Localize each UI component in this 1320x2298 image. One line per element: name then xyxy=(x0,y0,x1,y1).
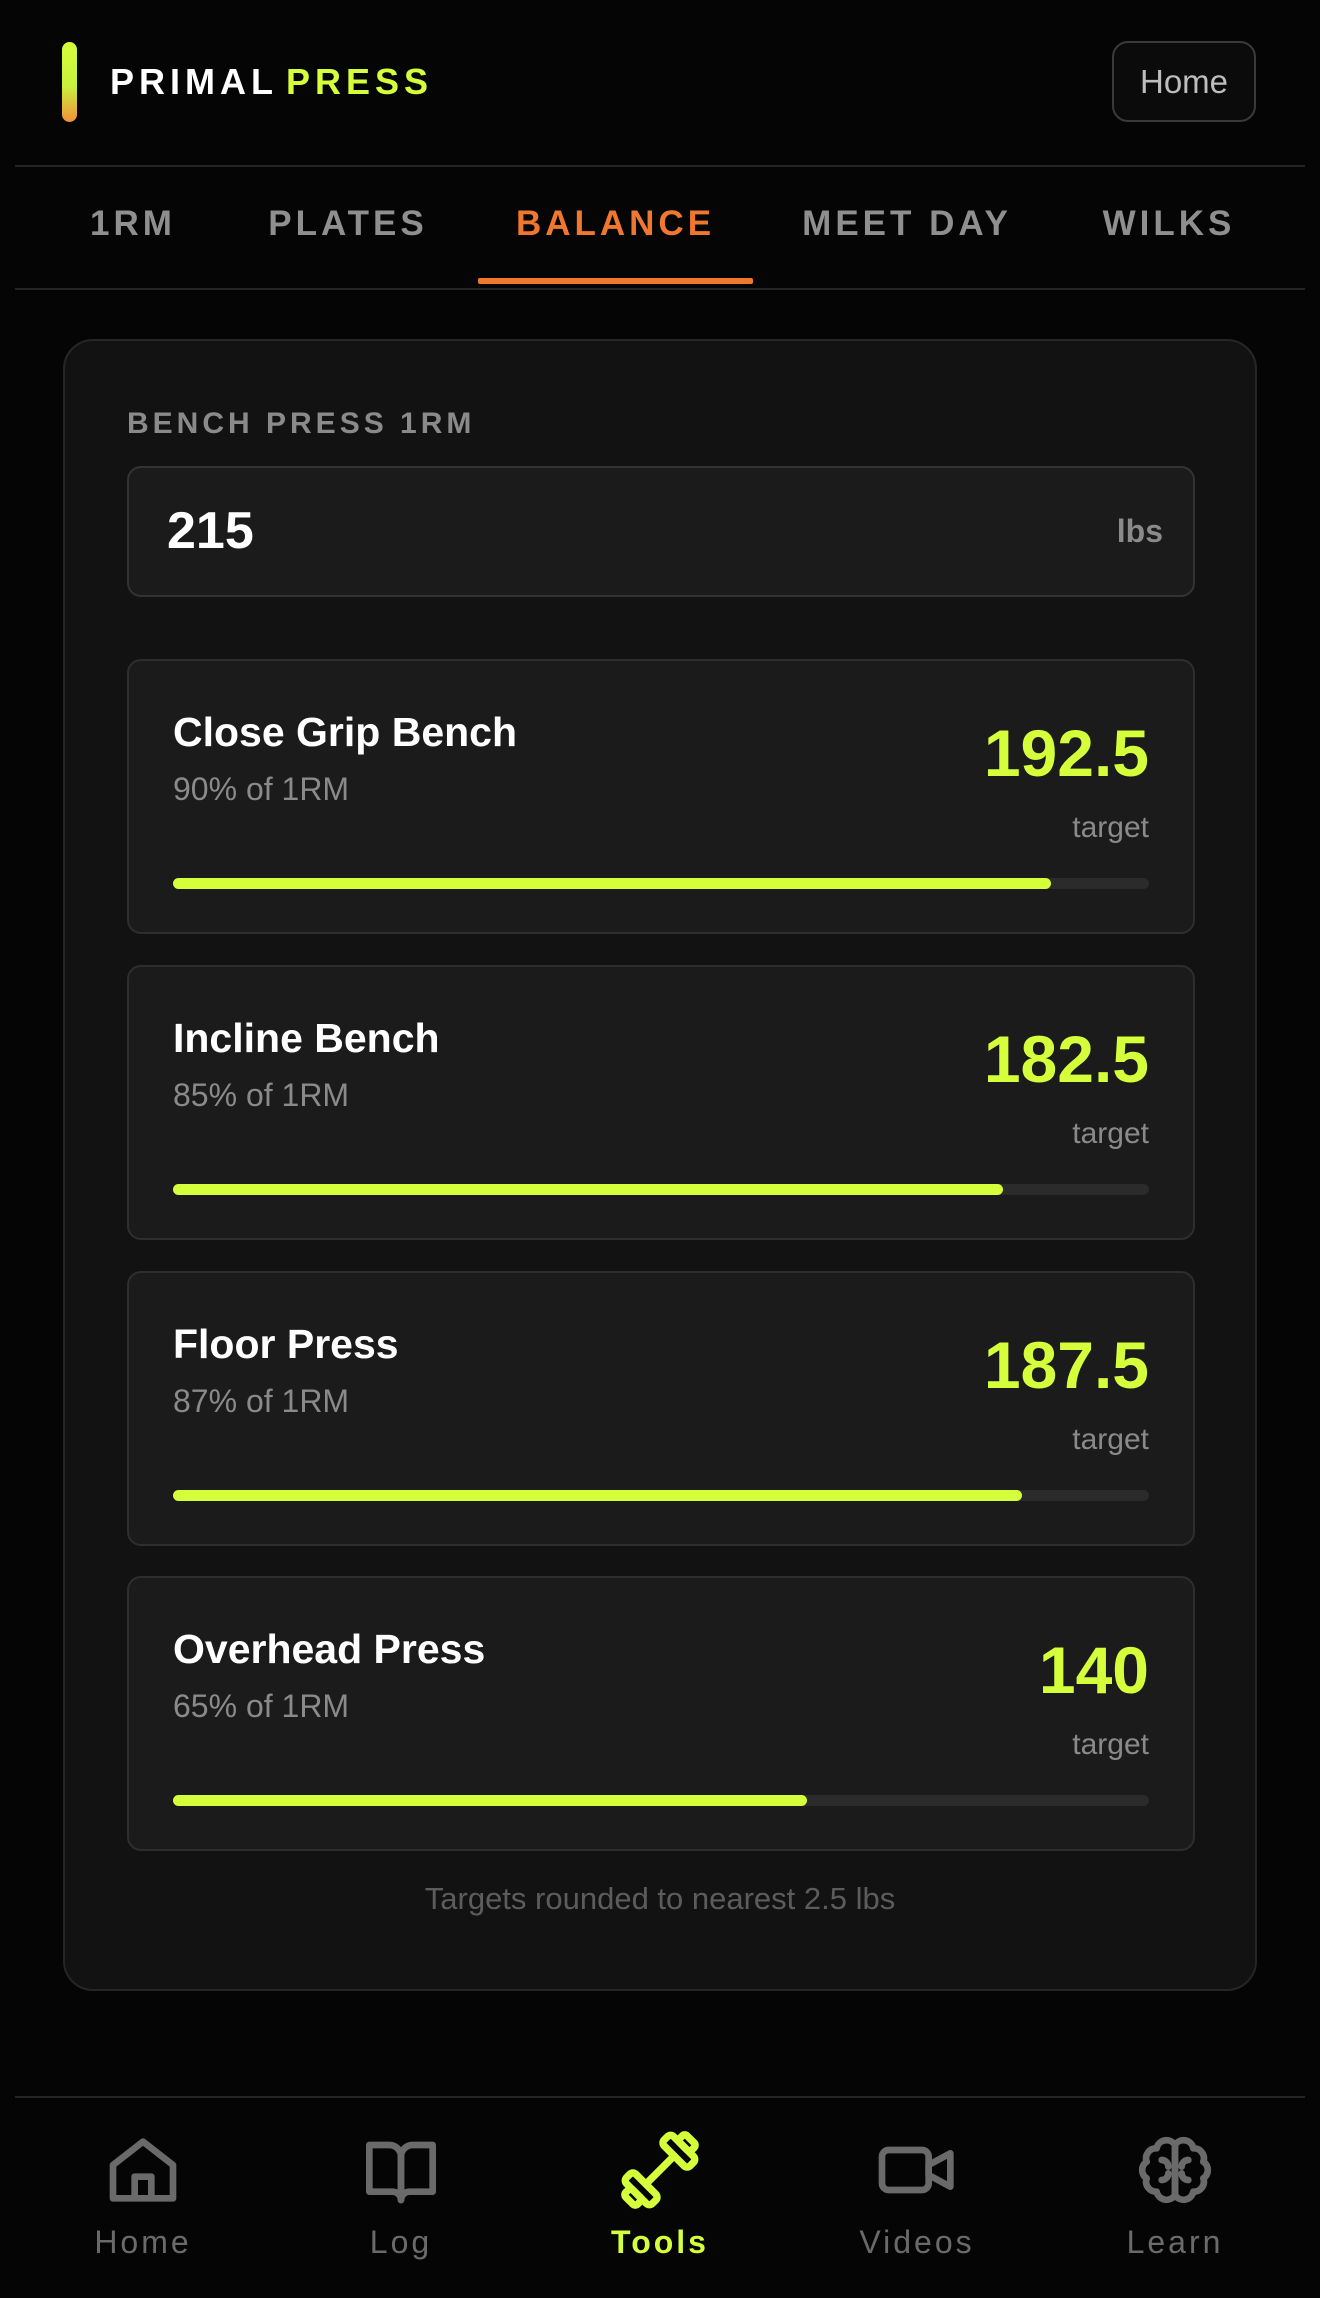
progress-fill xyxy=(173,1795,808,1806)
tabs-divider xyxy=(15,288,1305,290)
lift-target-caption: target xyxy=(1072,1117,1149,1150)
tab-meet-day[interactable]: MEET DAY xyxy=(796,168,1018,288)
lift-name: Overhead Press xyxy=(173,1626,486,1672)
nav-label-learn: Learn xyxy=(1126,2224,1224,2260)
lift-target-caption: target xyxy=(1072,1423,1149,1456)
lift-target-value: 140 xyxy=(1038,1633,1149,1707)
lift-card-overhead-press: Overhead Press 65% of 1RM 140 target xyxy=(127,1576,1195,1851)
progress-track xyxy=(173,1795,1149,1806)
lift-target-value: 187.5 xyxy=(983,1328,1149,1402)
lift-card-incline-bench: Incline Bench 85% of 1RM 182.5 target xyxy=(127,965,1195,1240)
lift-name: Floor Press xyxy=(173,1321,399,1367)
nav-home[interactable]: Home xyxy=(23,2098,263,2298)
tab-wilks[interactable]: WILKS xyxy=(1098,168,1240,288)
lift-percent: 90% of 1RM xyxy=(173,771,350,807)
home-button[interactable]: Home xyxy=(1112,41,1256,122)
progress-track xyxy=(173,1184,1149,1195)
lift-target-caption: target xyxy=(1072,811,1149,844)
progress-fill xyxy=(173,1490,1023,1501)
lift-card-floor-press: Floor Press 87% of 1RM 187.5 target xyxy=(127,1271,1195,1546)
tool-tabs: 1RM PLATES BALANCE MEET DAY WILKS xyxy=(0,168,1320,288)
lift-target-value: 192.5 xyxy=(983,716,1149,790)
lift-card-close-grip-bench: Close Grip Bench 90% of 1RM 192.5 target xyxy=(127,659,1195,934)
bench-1rm-input[interactable]: 215 lbs xyxy=(127,466,1195,597)
progress-track xyxy=(173,878,1149,889)
nav-label-tools: Tools xyxy=(611,2224,709,2260)
lift-percent: 85% of 1RM xyxy=(173,1077,350,1113)
nav-tools[interactable]: Tools xyxy=(540,2098,780,2298)
brand-accent-bar xyxy=(62,42,77,122)
bench-1rm-label: BENCH PRESS 1RM xyxy=(127,407,476,440)
tab-1rm[interactable]: 1RM xyxy=(68,168,198,288)
progress-fill xyxy=(173,878,1052,889)
header-divider xyxy=(15,165,1305,167)
home-icon xyxy=(109,2138,177,2202)
nav-label-videos: Videos xyxy=(859,2224,975,2260)
nav-learn[interactable]: Learn xyxy=(1055,2098,1295,2298)
balance-card: BENCH PRESS 1RM 215 lbs Close Grip Bench… xyxy=(63,339,1257,1991)
progress-fill xyxy=(173,1184,1003,1195)
lift-percent: 87% of 1RM xyxy=(173,1383,350,1419)
dumbbell-icon xyxy=(621,2131,699,2209)
brand-word-primal: PRIMAL xyxy=(110,61,278,102)
nav-videos[interactable]: Videos xyxy=(797,2098,1037,2298)
rounding-footnote: Targets rounded to nearest 2.5 lbs xyxy=(424,1881,896,1916)
nav-label-home: Home xyxy=(94,2224,192,2260)
lift-target-caption: target xyxy=(1072,1728,1149,1761)
lift-target-value: 182.5 xyxy=(983,1022,1149,1096)
lift-name: Incline Bench xyxy=(173,1015,440,1061)
lift-name: Close Grip Bench xyxy=(173,709,518,755)
tab-plates[interactable]: PLATES xyxy=(258,168,438,288)
app-header: PRIMAL PRESS Home xyxy=(0,0,1320,166)
active-tab-indicator xyxy=(478,278,753,284)
brain-icon xyxy=(1138,2136,1212,2204)
lift-percent: 65% of 1RM xyxy=(173,1688,350,1724)
bottom-nav: Home Log Tools Videos Learn xyxy=(0,2098,1320,2298)
progress-track xyxy=(173,1490,1149,1501)
book-icon xyxy=(366,2141,436,2204)
video-camera-icon xyxy=(878,2146,954,2194)
nav-label-log: Log xyxy=(369,2224,433,2260)
tab-balance[interactable]: BALANCE xyxy=(478,168,753,288)
unit-label: lbs xyxy=(1116,513,1163,549)
nav-log[interactable]: Log xyxy=(281,2098,521,2298)
bench-1rm-value[interactable]: 215 xyxy=(167,468,254,595)
brand-word-press: PRESS xyxy=(286,61,434,102)
app-logo: PRIMAL PRESS xyxy=(110,58,433,106)
